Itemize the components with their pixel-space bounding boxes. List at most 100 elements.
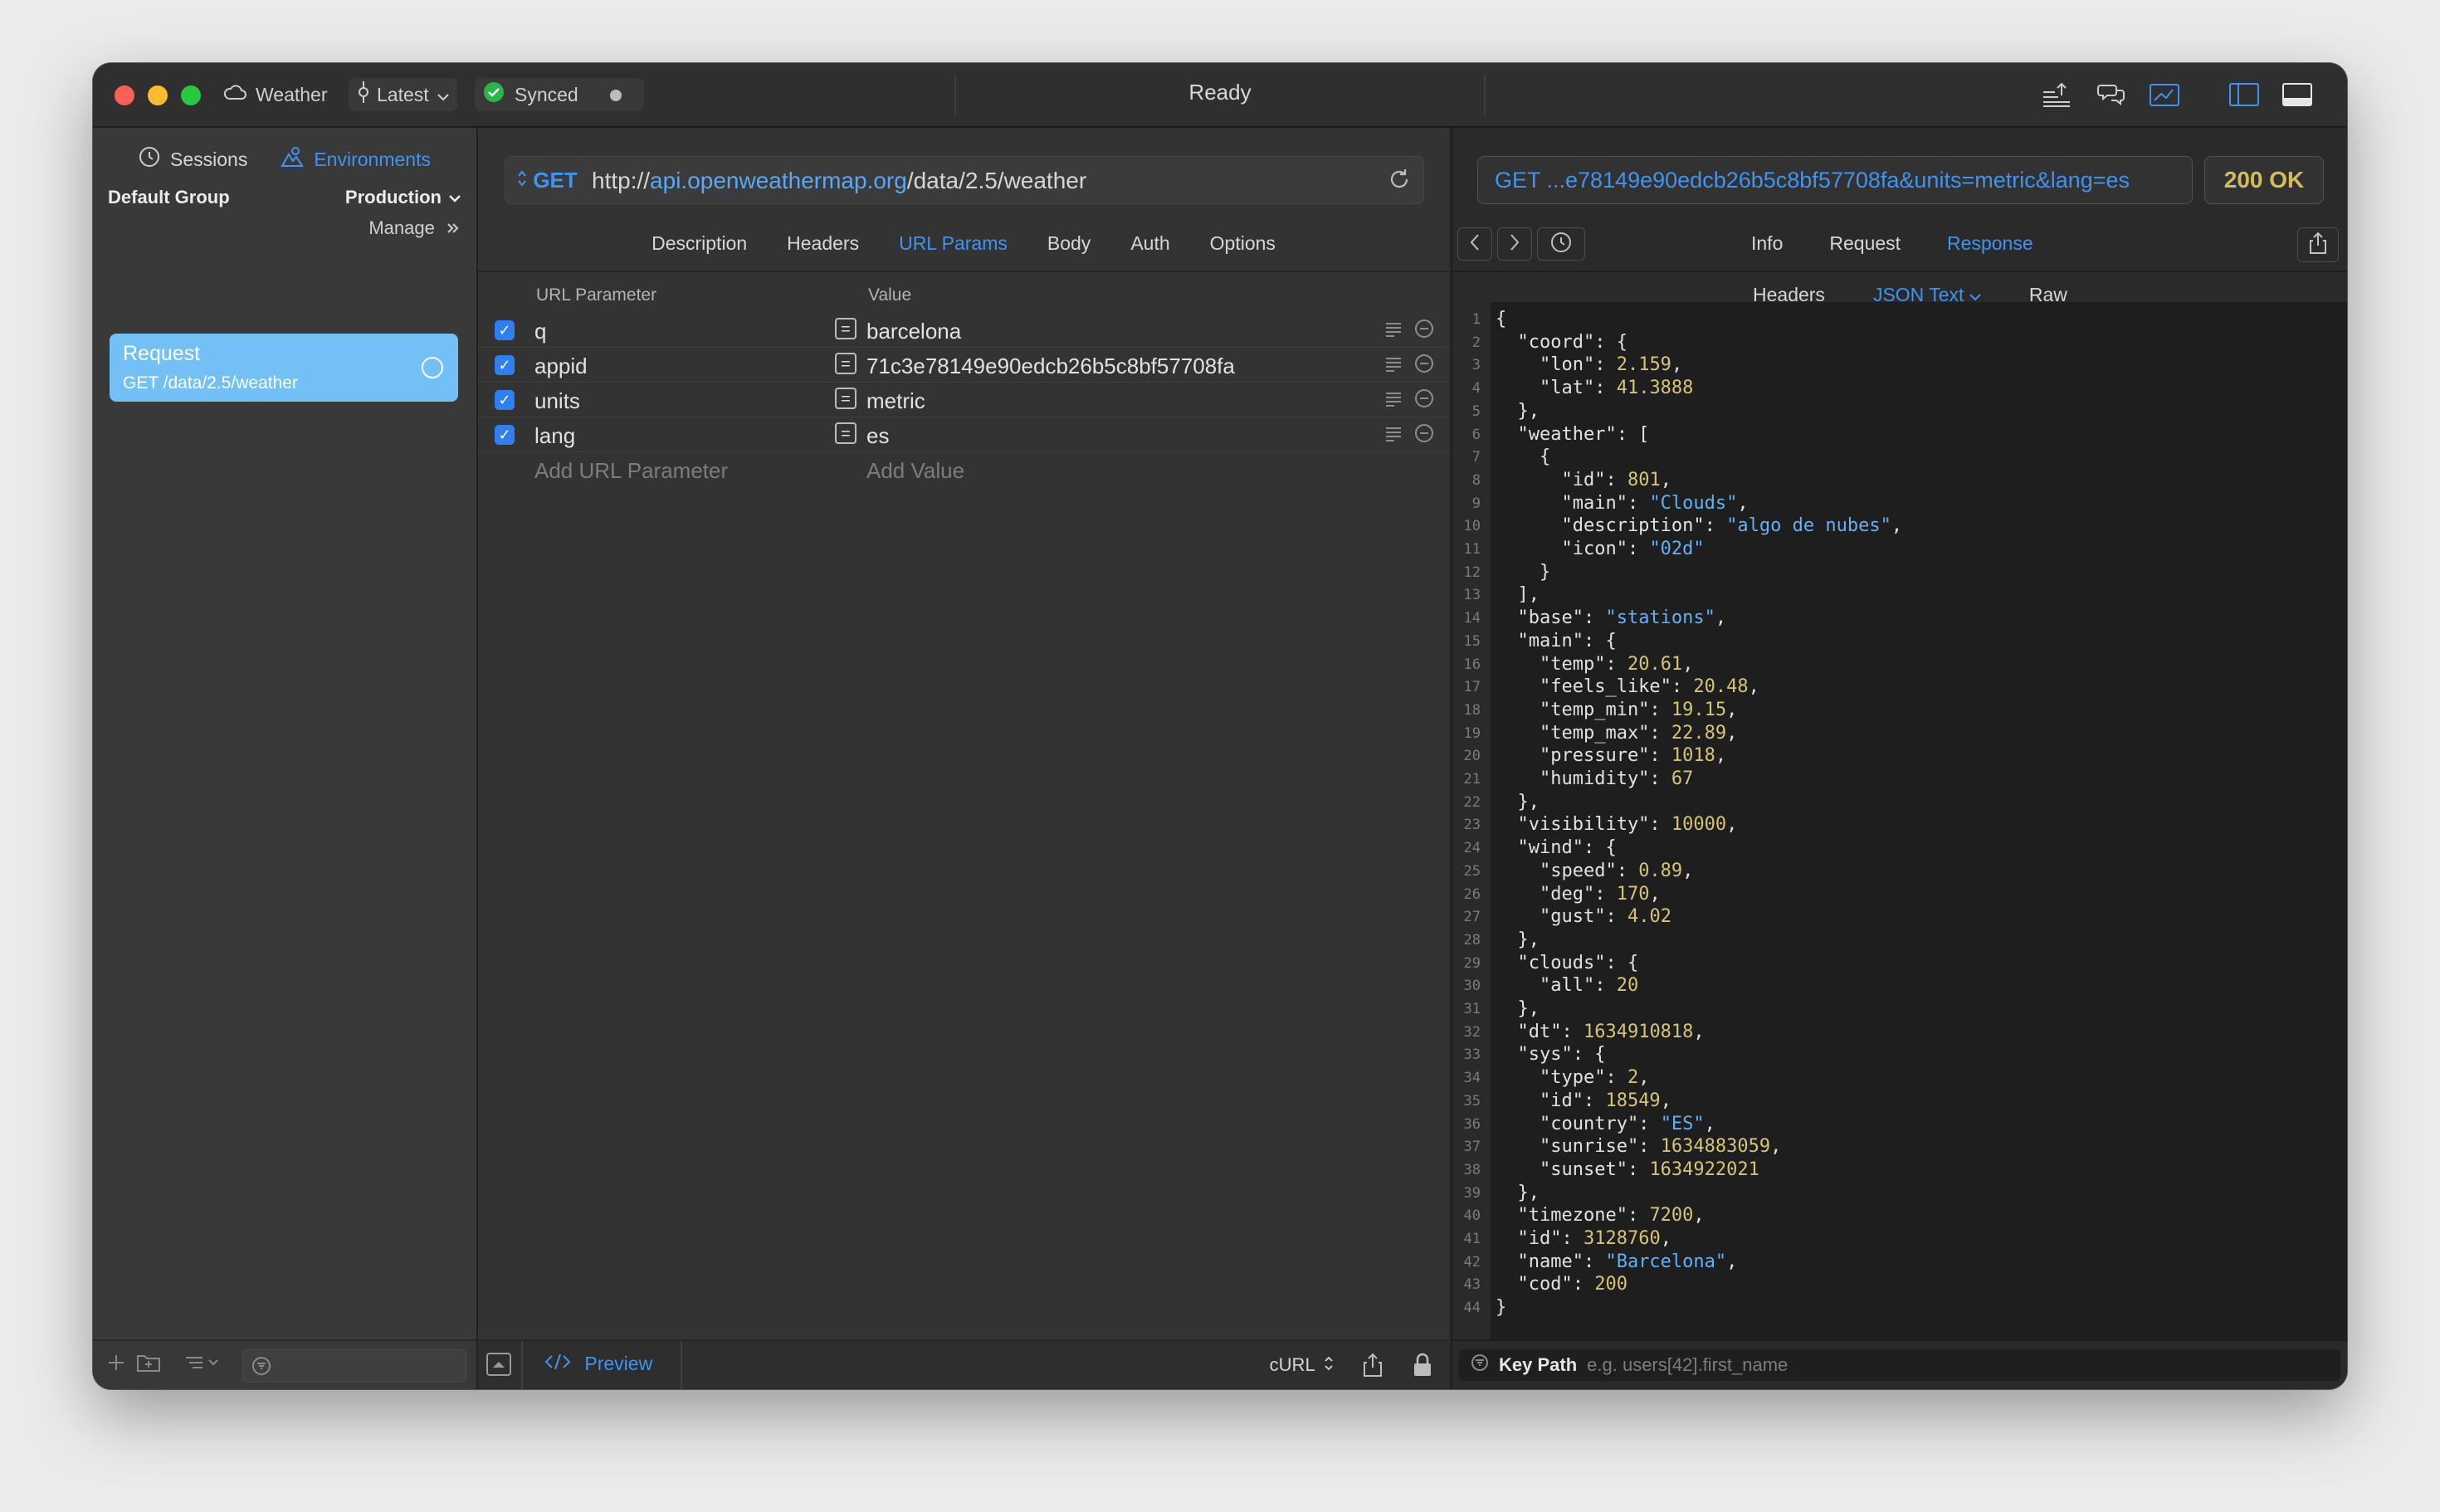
param-name[interactable]: q (534, 319, 546, 344)
tab-description[interactable]: Description (651, 232, 747, 262)
url-host: api.openweathermap.org (650, 168, 907, 193)
param-enabled-checkbox[interactable]: ✓ (495, 425, 515, 445)
code-line: "visibility": 10000, (1496, 814, 1738, 836)
collapse-panel-icon[interactable] (486, 1353, 511, 1380)
json-code-view[interactable]: 1 2 3 4 5 6 7 8 9 10 11 12 13 14 15 16 17 18 19 20 21 22 23 24 2… (1452, 302, 2347, 1341)
sidebar-toggle-icon[interactable] (2228, 80, 2261, 110)
param-value[interactable]: es (866, 423, 889, 449)
export-icon[interactable] (2040, 80, 2073, 110)
param-name[interactable]: lang (534, 423, 575, 449)
back-button[interactable] (1457, 227, 1492, 261)
code-line: "gust": 4.02 (1496, 906, 1671, 928)
param-value[interactable]: metric (866, 388, 925, 414)
screenshot-chart-icon[interactable] (2148, 80, 2181, 110)
line-number: 20 (1463, 748, 1481, 765)
line-number: 5 (1471, 402, 1481, 420)
code-line: "clouds": { (1496, 952, 1639, 973)
line-number: 22 (1463, 793, 1481, 811)
export-format-selector[interactable]: cURL (1270, 1354, 1333, 1376)
text-lines-icon[interactable] (1384, 423, 1403, 449)
line-number: 14 (1463, 610, 1481, 627)
code-line: "dt": 1634910818, (1496, 1021, 1705, 1042)
tab-url-params[interactable]: URL Params (899, 232, 1008, 262)
up-down-arrows-icon (517, 168, 533, 193)
param-value[interactable]: 71c3e78149e90edcb26b5c8bf57708fa (866, 354, 1235, 379)
history-button[interactable] (1537, 227, 1585, 261)
lock-icon[interactable] (1413, 1353, 1432, 1382)
row-actions (1384, 319, 1434, 344)
forward-button[interactable] (1497, 227, 1532, 261)
line-number: 25 (1463, 862, 1481, 880)
clock-icon (1550, 232, 1572, 257)
environment-group: Default Group Production (108, 181, 461, 214)
manage-button[interactable]: Manage (368, 217, 460, 239)
line-number: 36 (1463, 1115, 1481, 1133)
equals-icon: = (835, 422, 856, 444)
text-lines-icon[interactable] (1384, 319, 1403, 344)
code-line: "feels_like": 20.48, (1496, 676, 1759, 698)
share-response-button[interactable] (2297, 227, 2339, 262)
tab-auth[interactable]: Auth (1130, 232, 1169, 262)
environment-selector[interactable]: Production (345, 187, 461, 208)
sidebar-filter-input[interactable] (242, 1349, 466, 1383)
response-url-field[interactable]: GET ...e78149e90edcb26b5c8bf57708fa&unit… (1477, 156, 2193, 204)
add-value-input[interactable]: Add Value (866, 458, 964, 484)
code-line: ], (1496, 584, 1540, 606)
tab-sessions[interactable]: Sessions (139, 143, 247, 176)
tab-request[interactable]: Request (1829, 232, 1901, 255)
line-number: 34 (1463, 1070, 1481, 1087)
add-icon[interactable] (106, 1353, 126, 1378)
line-number: 30 (1463, 978, 1481, 995)
param-name[interactable]: units (534, 388, 580, 414)
param-enabled-checkbox[interactable]: ✓ (495, 320, 515, 340)
text-lines-icon[interactable] (1384, 388, 1403, 414)
param-name[interactable]: appid (534, 354, 588, 379)
tab-response[interactable]: Response (1947, 232, 2033, 255)
title-bar: Weather Latest Synced Ready (93, 63, 2347, 128)
key-path-input[interactable]: Key Path e.g. users[42].first_name (1459, 1349, 2340, 1381)
line-number: 13 (1463, 587, 1481, 604)
history-nav (1457, 227, 1585, 261)
param-enabled-checkbox[interactable]: ✓ (495, 390, 515, 410)
url-input[interactable]: http://api.openweathermap.org/data/2.5/w… (592, 168, 1086, 194)
text-lines-icon[interactable] (1384, 354, 1403, 379)
preview-button[interactable]: Preview (544, 1353, 652, 1375)
add-param-input[interactable]: Add URL Parameter (534, 458, 728, 484)
remove-icon[interactable] (1414, 354, 1434, 379)
tab-options[interactable]: Options (1210, 232, 1276, 262)
manage-label: Manage (368, 217, 435, 238)
url-bar[interactable]: GET http://api.openweathermap.org/data/2… (505, 156, 1424, 204)
refresh-icon[interactable] (1387, 167, 1412, 196)
remove-icon[interactable] (1414, 319, 1434, 344)
chat-bubbles-icon[interactable] (2095, 80, 2128, 110)
share-icon[interactable] (1363, 1353, 1383, 1382)
sort-list-icon[interactable] (184, 1353, 221, 1378)
equals-icon: = (835, 318, 856, 339)
tab-body[interactable]: Body (1047, 232, 1091, 262)
tab-info[interactable]: Info (1751, 232, 1783, 255)
line-number: 26 (1463, 885, 1481, 903)
line-number: 2 (1471, 334, 1481, 351)
param-enabled-checkbox[interactable]: ✓ (495, 355, 515, 375)
code-line: "main": { (1496, 630, 1617, 651)
code-line: "pressure": 1018, (1496, 745, 1727, 767)
tab-environments[interactable]: Environments (281, 143, 431, 176)
bottom-panel-toggle-icon[interactable] (2281, 80, 2314, 110)
line-number: 40 (1463, 1207, 1481, 1225)
tab-headers[interactable]: Headers (787, 232, 859, 262)
chevron-right-icon (1509, 233, 1520, 256)
line-number: 11 (1463, 541, 1481, 558)
method-selector[interactable]: GET (517, 168, 578, 193)
line-number: 1 (1471, 311, 1481, 328)
request-editor: GET http://api.openweathermap.org/data/2… (478, 128, 1449, 1389)
table-row: ✓ units = metric (478, 382, 1449, 417)
add-folder-icon[interactable] (136, 1353, 161, 1378)
table-row: ✓ lang = es (478, 417, 1449, 452)
request-list-item[interactable]: Request GET /data/2.5/weather (110, 334, 458, 402)
param-value[interactable]: barcelona (866, 319, 961, 344)
code-line: "icon": "02d" (1496, 539, 1705, 559)
filter-icon (1471, 1353, 1489, 1377)
remove-icon[interactable] (1414, 423, 1434, 449)
remove-icon[interactable] (1414, 388, 1434, 414)
tab-environments-label: Environments (314, 148, 431, 170)
